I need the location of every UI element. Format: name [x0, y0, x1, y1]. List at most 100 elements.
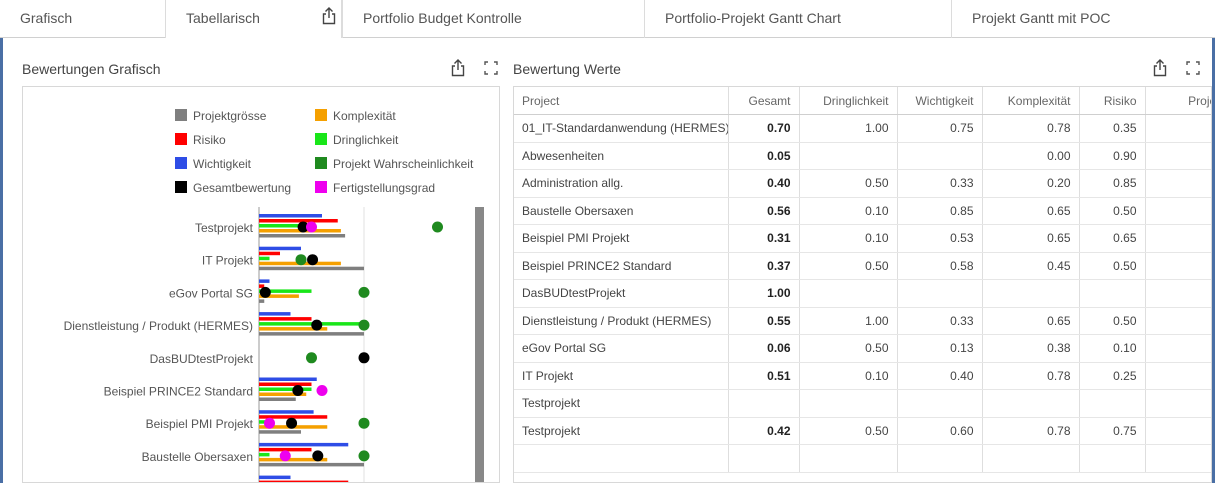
value-cell: 0.60 [897, 417, 983, 445]
value-cell: 0.56 [728, 196, 800, 225]
project-cell: DasBUDtestProjekt [514, 279, 729, 308]
bar-Wichtigkeit [259, 312, 291, 316]
value-cell: 1.00 [728, 279, 800, 308]
project-cell: Dienstleistung / Produkt (HERMES) [514, 306, 729, 335]
value-cell: 0.78 [982, 417, 1080, 445]
dot-Fertigstellungsgrad [279, 450, 291, 462]
table-row[interactable]: eGov Portal SG 0.06 0.50 0.13 0.38 0.10 [514, 334, 1211, 363]
column-header[interactable]: Komplexität [982, 87, 1080, 115]
tab-projekt-gantt-mit-poc[interactable]: Projekt Gantt mit POC [952, 0, 1215, 38]
table-row[interactable] [514, 444, 1211, 473]
value-cell: 0.50 [1079, 306, 1146, 335]
value-cell [1145, 169, 1211, 198]
dot-Fertigstellungsgrad [264, 417, 275, 429]
bar-Wichtigkeit [259, 246, 301, 251]
dot-Gesamtbewertung [312, 450, 324, 462]
window-frame-left [0, 38, 3, 483]
share-icon[interactable] [322, 7, 336, 30]
value-cell [982, 389, 1080, 418]
value-cell [897, 389, 983, 418]
table-row[interactable]: Testprojekt 0.42 0.50 0.60 0.78 0.75 [514, 417, 1211, 445]
dot-Projekt Wahrscheinlichkeit [358, 319, 370, 331]
bar-Projektgrösse [259, 299, 265, 303]
value-cell [1145, 306, 1211, 335]
tab-portfolio-projekt-gantt-chart[interactable]: Portfolio-Projekt Gantt Chart [645, 0, 952, 38]
value-cell: 0.65 [1079, 224, 1146, 253]
value-cell: 0.85 [897, 196, 983, 225]
value-cell [1145, 389, 1211, 418]
column-header[interactable]: Risiko [1079, 87, 1146, 115]
bar-Wichtigkeit [259, 442, 349, 447]
tab-tabellarisch[interactable]: Tabellarisch [166, 0, 342, 38]
column-header[interactable]: Projekt [1145, 87, 1211, 115]
legend-swatch [315, 109, 327, 121]
tab-portfolio-budget-kontrolle[interactable]: Portfolio Budget Kontrolle [342, 0, 645, 38]
value-cell: 0.55 [728, 306, 800, 335]
table-row[interactable]: Abwesenheiten 0.05 0.00 0.90 [514, 142, 1211, 170]
dot-Projekt Wahrscheinlichkeit [358, 286, 370, 298]
project-cell: eGov Portal SG [514, 334, 729, 363]
project-cell: Baustelle Obersaxen [514, 196, 729, 225]
category-label: eGov Portal SG [169, 286, 253, 300]
bar-Risiko [259, 251, 280, 256]
project-cell: 01_IT-Standardanwendung (HERMES) [514, 114, 729, 143]
table-row[interactable]: Beispiel PMI Projekt 0.31 0.10 0.53 0.65 0.65 [514, 224, 1211, 253]
dot-Projekt Wahrscheinlichkeit [358, 450, 370, 462]
value-cell: 0.50 [1079, 252, 1146, 280]
dot-Gesamtbewertung [292, 385, 304, 396]
dot-Fertigstellungsgrad [306, 221, 317, 233]
value-cell: 0.13 [897, 334, 983, 363]
value-cell [897, 142, 983, 170]
value-cell: 0.58 [897, 252, 983, 280]
dot-Gesamtbewertung [307, 254, 319, 266]
expand-icon[interactable] [1186, 61, 1200, 80]
table-row[interactable]: Administration allg. 0.40 0.50 0.33 0.20 0.85 [514, 169, 1211, 198]
dot-Projekt Wahrscheinlichkeit [432, 221, 443, 233]
category-label: IT Projekt [202, 254, 254, 268]
bar-Projektgrösse [259, 397, 296, 401]
table-row[interactable]: DasBUDtestProjekt 1.00 [514, 279, 1211, 308]
value-cell: 0.20 [982, 169, 1080, 198]
expand-icon[interactable] [484, 61, 498, 80]
column-header[interactable]: Dringlichkeit [799, 87, 898, 115]
table-row[interactable]: IT Projekt 0.51 0.10 0.40 0.78 0.25 [514, 362, 1211, 390]
scrollbar [475, 207, 484, 482]
legend-swatch [175, 133, 187, 145]
value-cell: 0.78 [982, 362, 1080, 390]
value-cell: 0.50 [799, 169, 898, 198]
table-row[interactable]: Baustelle Obersaxen 0.56 0.10 0.85 0.65 0.50 [514, 196, 1211, 225]
table-body: 01_IT-Standardanwendung (HERMES) 0.70 1.00… [514, 114, 1211, 473]
table-row[interactable]: Testprojekt [514, 389, 1211, 418]
value-cell [1145, 417, 1211, 445]
left-panel-title: Bewertungen Grafisch [22, 61, 161, 77]
bar-Wichtigkeit [259, 279, 270, 283]
column-header[interactable]: Project [514, 87, 729, 115]
value-cell [982, 279, 1080, 308]
value-cell: 0.40 [728, 169, 800, 198]
share-icon[interactable] [1153, 59, 1167, 82]
value-cell: 0.50 [799, 334, 898, 363]
share-icon[interactable] [451, 59, 465, 82]
bar-Risiko [259, 219, 338, 223]
value-cell [728, 444, 800, 473]
value-cell: 0.50 [799, 417, 898, 445]
column-header[interactable]: Wichtigkeit [897, 87, 983, 115]
table-row[interactable]: Beispiel PRINCE2 Standard 0.37 0.50 0.58 0.4… [514, 252, 1211, 280]
table-row[interactable]: Dienstleistung / Produkt (HERMES) 0.55 1.0… [514, 306, 1211, 335]
value-cell: 0.45 [982, 252, 1080, 280]
value-cell: 0.70 [728, 114, 800, 143]
legend-label: Fertigstellungsgrad [333, 181, 435, 195]
legend-swatch [315, 157, 327, 169]
column-header[interactable]: Gesamt [728, 87, 800, 115]
bar-Risiko [259, 317, 312, 321]
bar-Wichtigkeit [259, 214, 322, 218]
bar-Projektgrösse [259, 462, 364, 467]
table-row[interactable]: 01_IT-Standardanwendung (HERMES) 0.70 1.00… [514, 114, 1211, 143]
value-cell: 0.65 [982, 224, 1080, 253]
table-header-row: Project Gesamt Dringlichkeit Wichtigkeit Kom… [514, 87, 1211, 115]
tab-label: Portfolio Budget Kontrolle [363, 10, 522, 26]
project-cell [514, 444, 729, 473]
bar-Wichtigkeit [259, 377, 317, 381]
bar-Dringlichkeit [259, 256, 270, 261]
tab-grafisch[interactable]: Grafisch [0, 0, 166, 38]
